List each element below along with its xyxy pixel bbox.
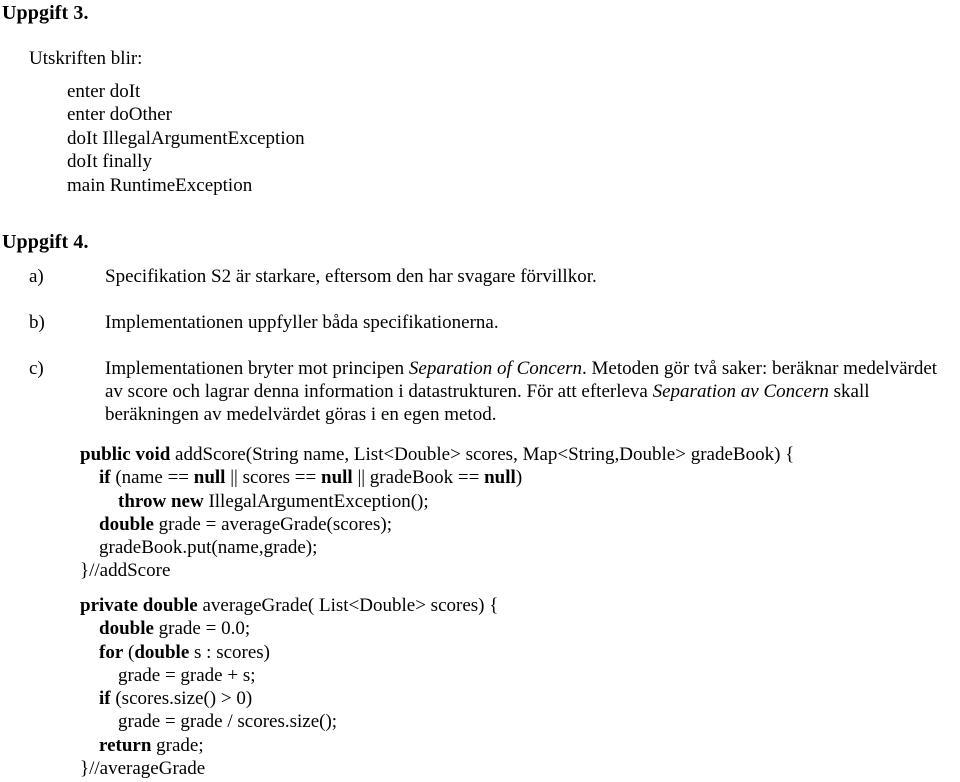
- code-keyword: null: [193, 467, 226, 489]
- code-text: grade;: [151, 734, 204, 756]
- list-item-c: c) Implementationen bryter mot principen…: [29, 357, 958, 427]
- code-line: private double averageGrade( List<Double…: [80, 594, 498, 617]
- code-text: }//averageGrade: [80, 758, 206, 780]
- code-keyword: public void: [80, 444, 171, 465]
- code-keyword: double: [99, 513, 154, 535]
- code-line: }//addScore: [80, 559, 794, 582]
- output-line: doIt IllegalArgumentException: [67, 127, 305, 149]
- output-line: doIt finally: [67, 151, 152, 173]
- intro-text-utskriften: Utskriften blir:: [29, 48, 143, 69]
- code-line: if (scores.size() > 0): [80, 687, 498, 710]
- code-text: || scores ==: [225, 467, 321, 489]
- list-item-text: Implementationen uppfyller båda specifik…: [105, 312, 499, 333]
- code-text: grade = grade / scores.size();: [80, 711, 338, 733]
- code-line: }//averageGrade: [80, 757, 498, 780]
- output-line: enter doIt: [67, 81, 141, 102]
- code-line: return grade;: [80, 734, 498, 757]
- document-page: Uppgift 3. Utskriften blir: enter doIt e…: [0, 0, 960, 782]
- code-text: || gradeBook ==: [352, 467, 485, 489]
- section-heading-uppgift-4: Uppgift 4.: [2, 231, 89, 253]
- code-text: (scores.size() > 0): [110, 688, 253, 710]
- code-line: if (name == null || scores == null || gr…: [80, 466, 794, 489]
- code-block-addscore: public void addScore(String name, List<D…: [80, 443, 794, 583]
- list-item-marker: b): [29, 312, 45, 333]
- code-keyword: private double: [80, 595, 198, 616]
- list-item-marker: c): [29, 358, 44, 379]
- code-keyword: double: [134, 641, 190, 663]
- code-keyword: throw new: [118, 490, 204, 512]
- code-text: grade = averageGrade(scores);: [153, 513, 392, 535]
- code-line: double grade = averageGrade(scores);: [80, 513, 794, 536]
- code-line: gradeBook.put(name,grade);: [80, 536, 794, 559]
- emphasis-separation-av-concern: Separation av Concern: [652, 381, 829, 403]
- code-keyword: return: [99, 734, 152, 756]
- code-text: IllegalArgumentException();: [203, 490, 429, 512]
- code-text: averageGrade( List<Double> scores) {: [197, 595, 499, 616]
- code-keyword: if: [99, 688, 111, 710]
- list-item-text: Implementationen bryter mot principen Se…: [105, 357, 958, 427]
- code-line: grade = grade / scores.size();: [80, 710, 498, 733]
- code-line: grade = grade + s;: [80, 664, 498, 687]
- code-text: addScore(String name, List<Double> score…: [170, 444, 795, 465]
- list-item-b: b) Implementationen uppfyller båda speci…: [29, 311, 929, 334]
- code-text: }//addScore: [80, 560, 171, 582]
- code-line: for (double s : scores): [80, 641, 498, 664]
- code-line: throw new IllegalArgumentException();: [80, 490, 794, 513]
- code-text: grade = 0.0;: [153, 618, 251, 640]
- list-item-text: Specifikation S2 är starkare, eftersom d…: [105, 266, 597, 287]
- section-heading-uppgift-3: Uppgift 3.: [2, 2, 89, 24]
- list-item-a: a) Specifikation S2 är starkare, efterso…: [29, 265, 929, 288]
- code-text: (: [123, 641, 135, 663]
- code-text: ): [515, 467, 523, 489]
- code-keyword: if: [99, 467, 111, 489]
- emphasis-separation-of-concern: Separation of Concern: [408, 358, 583, 379]
- code-keyword: null: [484, 467, 516, 489]
- code-keyword: null: [321, 467, 353, 489]
- list-item-marker: a): [29, 266, 44, 287]
- code-keyword: for: [99, 641, 124, 663]
- output-line: main RuntimeException: [67, 174, 253, 196]
- code-text: gradeBook.put(name,grade);: [80, 537, 318, 559]
- code-keyword: double: [99, 618, 154, 640]
- code-line: double grade = 0.0;: [80, 617, 498, 640]
- output-line: enter doOther: [67, 104, 172, 126]
- code-text: grade = grade + s;: [80, 664, 256, 686]
- code-line: public void addScore(String name, List<D…: [80, 443, 794, 466]
- code-text: (name ==: [110, 467, 194, 489]
- code-text: s : scores): [189, 641, 270, 663]
- console-output-block: enter doIt enter doOther doIt IllegalArg…: [67, 80, 305, 197]
- text-fragment: Implementationen bryter mot principen: [105, 358, 409, 379]
- code-block-averagegrade: private double averageGrade( List<Double…: [80, 594, 498, 780]
